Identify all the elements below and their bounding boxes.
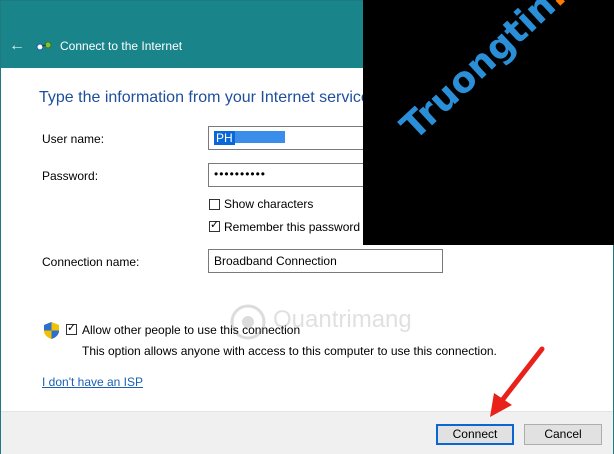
- red-pointer-arrow-icon: [490, 346, 545, 417]
- page-heading: Type the information from your Internet …: [39, 89, 370, 106]
- password-field[interactable]: ••••••••••: [208, 163, 366, 187]
- redacted-text: [234, 131, 285, 143]
- uac-shield-icon: [44, 322, 59, 339]
- connect-button[interactable]: Connect: [436, 424, 514, 445]
- connection-name-field[interactable]: Broadband Connection: [208, 249, 443, 273]
- quantrimang-watermark-text: Quantrimang: [273, 306, 412, 333]
- connection-name-value: Broadband Connection: [214, 254, 337, 268]
- network-icon: [36, 41, 52, 51]
- checkmark-icon: ✓: [67, 322, 77, 334]
- remember-password-label[interactable]: Remember this password: [224, 220, 360, 234]
- show-characters-checkbox[interactable]: [209, 199, 220, 210]
- allow-others-description: This option allows anyone with access to…: [82, 344, 497, 358]
- no-isp-link[interactable]: I don't have an ISP: [42, 375, 143, 389]
- cancel-button[interactable]: Cancel: [524, 424, 602, 445]
- username-value: PH: [214, 131, 235, 145]
- back-arrow-icon[interactable]: ←: [9, 37, 25, 55]
- connection-name-label: Connection name:: [42, 255, 140, 269]
- password-label: Password:: [42, 169, 99, 183]
- window-title: Connect to the Internet: [60, 39, 183, 53]
- username-label: User name:: [42, 132, 105, 146]
- password-value: ••••••••••: [214, 167, 267, 181]
- username-field[interactable]: PH: [208, 126, 366, 150]
- truongtin-watermark-text: Truongtin.top: [393, 0, 614, 148]
- show-characters-label[interactable]: Show characters: [224, 197, 313, 211]
- remember-password-checkbox[interactable]: ✓: [209, 219, 220, 232]
- watermark-brand-main: Truongtin: [393, 0, 564, 148]
- truongtin-watermark-overlay: Truongtin.top: [363, 0, 614, 245]
- checkmark-icon: ✓: [210, 219, 220, 231]
- allow-others-checkbox[interactable]: ✓: [66, 322, 77, 335]
